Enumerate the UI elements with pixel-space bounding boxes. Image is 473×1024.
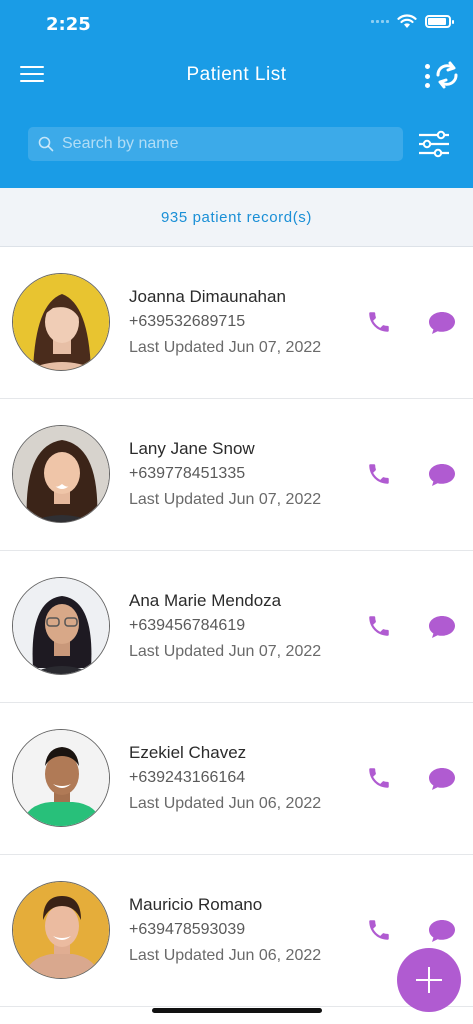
patient-name: Joanna Dimaunahan: [129, 287, 286, 306]
call-button[interactable]: [366, 613, 392, 639]
avatar: [12, 273, 110, 371]
patient-phone: +639532689715: [129, 313, 246, 330]
patient-row[interactable]: Ezekiel Chavez +639243166164 Last Update…: [0, 703, 473, 855]
patient-phone: +639478593039: [129, 921, 246, 938]
refresh-button[interactable]: [433, 60, 461, 90]
filter-button[interactable]: [417, 130, 451, 158]
patient-last-updated: Last Updated Jun 06, 2022: [129, 947, 322, 964]
chat-bubble-icon: [429, 312, 455, 334]
page-title: Patient List: [186, 64, 287, 85]
chat-bubble-icon: [429, 464, 455, 486]
patient-name: Lany Jane Snow: [129, 439, 255, 458]
avatar: [12, 425, 110, 523]
phone-icon: [369, 312, 389, 332]
message-button[interactable]: [428, 919, 456, 943]
signal-icon: [371, 20, 389, 23]
avatar: [12, 577, 110, 675]
call-button[interactable]: [366, 765, 392, 791]
status-time: 2:25: [46, 14, 91, 35]
app-header: 2:25 Patient List Search by name: [0, 0, 473, 188]
home-indicator: [152, 1008, 322, 1013]
chat-bubble-icon: [429, 768, 455, 790]
more-options-button[interactable]: [423, 64, 431, 88]
phone-icon: [369, 616, 389, 636]
patient-phone: +639243166164: [129, 769, 246, 786]
phone-icon: [369, 768, 389, 788]
call-button[interactable]: [366, 917, 392, 943]
patient-phone: +639456784619: [129, 617, 246, 634]
battery-icon: [425, 15, 454, 28]
search-icon: [38, 136, 54, 152]
phone-icon: [369, 464, 389, 484]
search-placeholder: Search by name: [62, 135, 179, 152]
patient-last-updated: Last Updated Jun 06, 2022: [129, 795, 322, 812]
patient-name: Mauricio Romano: [129, 895, 263, 914]
records-count-bar: 935 patient record(s): [0, 188, 473, 247]
phone-icon: [369, 920, 389, 940]
message-button[interactable]: [428, 615, 456, 639]
patient-last-updated: Last Updated Jun 07, 2022: [129, 491, 322, 508]
patient-last-updated: Last Updated Jun 07, 2022: [129, 643, 322, 660]
avatar: [12, 881, 110, 979]
add-patient-button[interactable]: [397, 948, 461, 1012]
filter-sliders-icon: [419, 130, 449, 158]
wifi-icon: [397, 14, 417, 28]
message-button[interactable]: [428, 311, 456, 335]
patient-phone: +639778451335: [129, 465, 246, 482]
refresh-icon: [436, 61, 458, 89]
call-button[interactable]: [366, 309, 392, 335]
patient-last-updated: Last Updated Jun 07, 2022: [129, 339, 322, 356]
chat-bubble-icon: [429, 920, 455, 942]
patient-list: Joanna Dimaunahan +639532689715 Last Upd…: [0, 247, 473, 1007]
patient-row[interactable]: Joanna Dimaunahan +639532689715 Last Upd…: [0, 247, 473, 399]
records-count: 935 patient record(s): [160, 208, 312, 226]
patient-name: Ana Marie Mendoza: [129, 591, 282, 610]
patient-row[interactable]: Lany Jane Snow +639778451335 Last Update…: [0, 399, 473, 551]
search-input[interactable]: Search by name: [28, 127, 403, 161]
call-button[interactable]: [366, 461, 392, 487]
chat-bubble-icon: [429, 616, 455, 638]
message-button[interactable]: [428, 767, 456, 791]
status-icons: [371, 14, 454, 29]
patient-row[interactable]: Ana Marie Mendoza +639456784619 Last Upd…: [0, 551, 473, 703]
message-button[interactable]: [428, 463, 456, 487]
avatar: [12, 729, 110, 827]
patient-name: Ezekiel Chavez: [129, 743, 247, 762]
